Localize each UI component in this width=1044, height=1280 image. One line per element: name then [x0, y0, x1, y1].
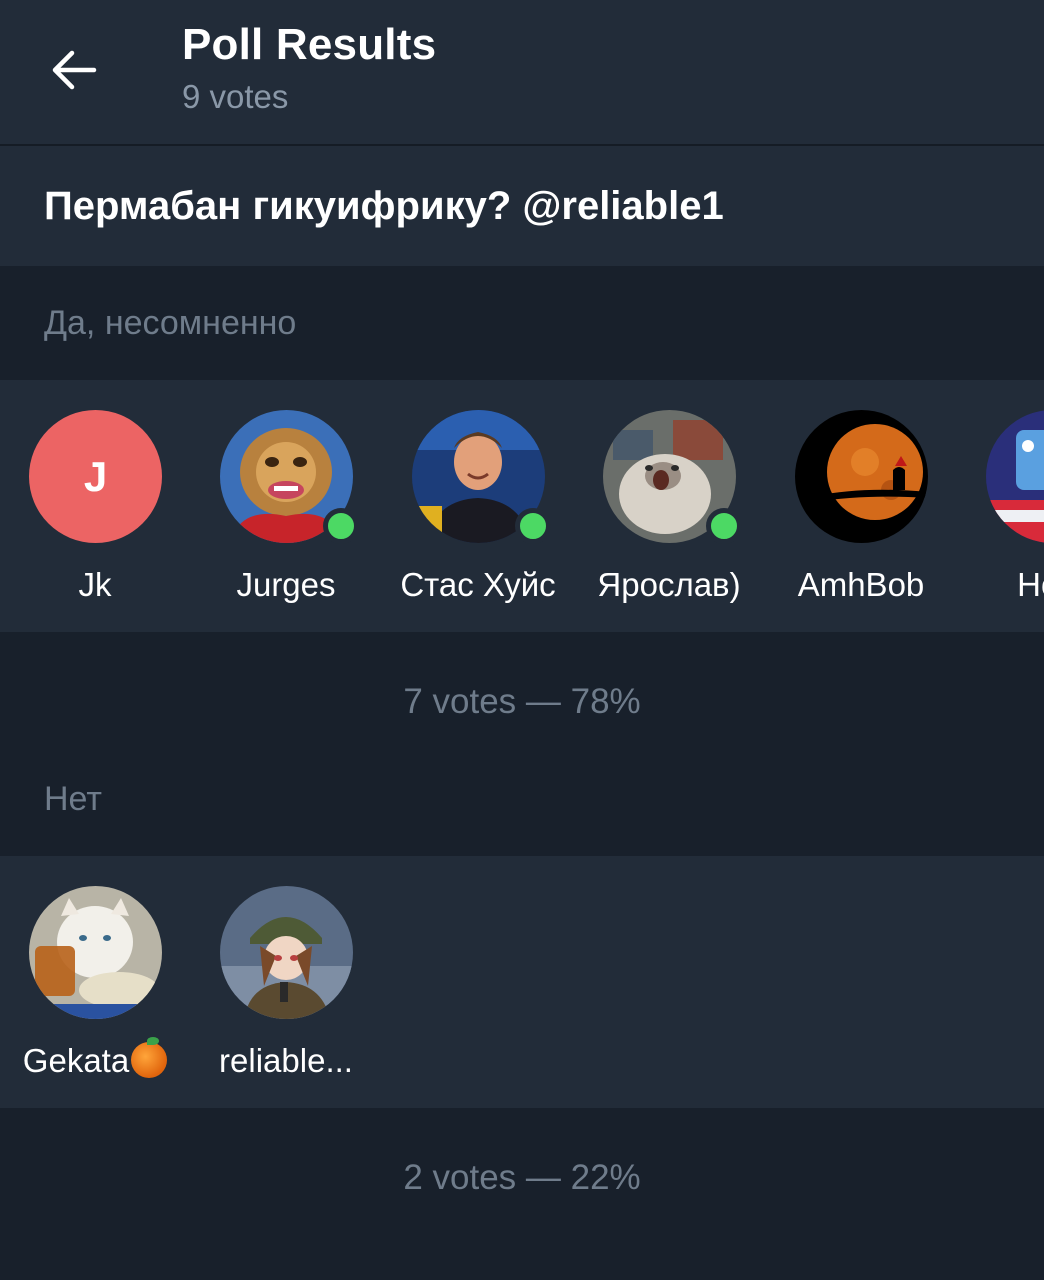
avatar: J: [29, 410, 162, 543]
online-indicator: [515, 508, 551, 544]
voter-name: Jk: [78, 566, 112, 603]
voters-list: Gekata reliable...: [0, 856, 1044, 1108]
online-indicator: [706, 508, 742, 544]
voter-name: Ярослав): [597, 566, 741, 603]
voter-item[interactable]: Стас Хуйс: [383, 410, 573, 620]
avatar: [29, 886, 162, 1019]
option-vote-summary: 2 votes — 22%: [403, 1158, 641, 1197]
orange-emoji-icon: [131, 1037, 168, 1079]
voter-name: Стас Хуйс: [400, 566, 556, 603]
arrow-left-icon: [52, 50, 97, 90]
option-label: Нет: [44, 780, 102, 818]
voter-item[interactable]: Gekata: [0, 886, 190, 1096]
voter-name-text: Gekata: [22, 1042, 130, 1079]
back-button[interactable]: [44, 38, 104, 102]
voters-list: J Jk Jurges Стас Хуйс Ярослав) AmhBob H: [0, 380, 1044, 632]
voter-item[interactable]: Hom: [957, 410, 1044, 620]
option-vote-summary: 7 votes — 78%: [403, 682, 641, 721]
avatar: [220, 886, 353, 1019]
online-indicator: [323, 508, 359, 544]
voter-item[interactable]: Ярослав): [574, 410, 764, 620]
voter-name: AmhBob: [797, 566, 925, 603]
poll-question: Пермабан гикуифрику? @reliable1: [44, 184, 724, 228]
avatar: [795, 410, 928, 543]
voter-name: Hom: [1017, 566, 1044, 603]
voter-name: Jurges: [236, 566, 336, 603]
voter-item[interactable]: Jurges: [191, 410, 381, 620]
page-title: Poll Results: [182, 20, 437, 69]
app-bar: Poll Results 9 votes: [0, 0, 1044, 146]
voter-item[interactable]: J Jk: [0, 410, 190, 620]
voter-item[interactable]: AmhBob: [766, 410, 956, 620]
voter-item[interactable]: reliable...: [191, 886, 381, 1096]
option-label: Да, несомненно: [44, 304, 297, 342]
voter-name: Gekata: [0, 1037, 200, 1081]
avatar: [986, 410, 1044, 543]
voter-name: reliable...: [219, 1042, 353, 1079]
avatar-initial: J: [83, 452, 108, 500]
vote-count-subtitle: 9 votes: [182, 78, 289, 115]
